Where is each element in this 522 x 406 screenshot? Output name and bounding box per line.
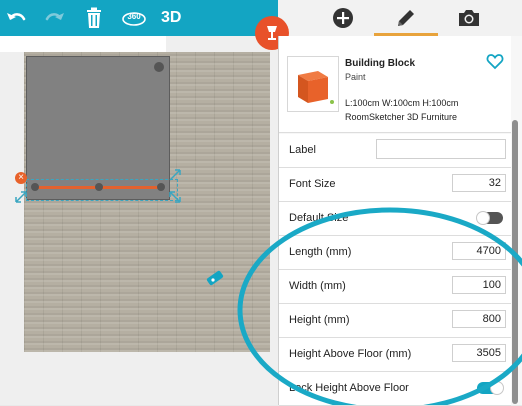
toggle-knob <box>490 381 504 395</box>
undo-icon <box>7 13 26 21</box>
pencil-icon <box>398 10 414 26</box>
item-dimensions: L:100cm W:100cm H:100cm <box>345 98 459 108</box>
trash-icon <box>87 7 101 28</box>
svg-text:360: 360 <box>127 12 141 21</box>
properties-panel: Building Block Paint L:100cm W:100cm H:1… <box>278 36 522 406</box>
delete-button[interactable] <box>82 6 106 30</box>
length-row: Length (mm) 4700 <box>279 236 511 270</box>
length-input[interactable]: 4700 <box>452 242 506 260</box>
redo-icon <box>45 13 64 21</box>
label-label: Label <box>289 144 316 156</box>
height-label: Height (mm) <box>289 314 350 326</box>
label-row: Label <box>279 134 511 168</box>
resize-handle-left[interactable] <box>31 183 39 191</box>
tab-add[interactable] <box>331 6 355 30</box>
resize-arrow-icon[interactable] <box>168 168 182 182</box>
redo-button[interactable] <box>43 6 67 30</box>
width-label: Width (mm) <box>289 280 346 292</box>
panel-scrollbar[interactable] <box>512 120 518 404</box>
plus-circle-icon <box>333 8 353 28</box>
item-name: Building Block <box>345 58 415 69</box>
selection-box <box>26 179 178 201</box>
toggle-knob <box>476 211 490 225</box>
default-size-label: Default Size <box>289 212 349 224</box>
camera-icon <box>459 10 479 26</box>
item-thumbnail <box>287 56 339 112</box>
undo-button[interactable] <box>4 6 28 30</box>
close-icon: × <box>18 172 24 183</box>
lock-height-label: Lock Height Above Floor <box>289 382 409 394</box>
font-size-row: Font Size 32 <box>279 168 511 202</box>
height-above-floor-row: Height Above Floor (mm) 3505 <box>279 338 511 372</box>
label-input[interactable] <box>376 139 506 159</box>
lock-height-toggle[interactable] <box>477 381 504 395</box>
view-360-button[interactable]: 360 <box>121 6 147 30</box>
main-toolbar: 360 3D <box>0 0 278 36</box>
font-size-label: Font Size <box>289 178 336 190</box>
cube-thumbnail-icon <box>298 71 334 104</box>
panel-tabs <box>278 0 522 36</box>
tab-camera[interactable] <box>457 6 481 30</box>
tab-edit[interactable] <box>394 6 418 30</box>
width-row: Width (mm) 100 <box>279 270 511 304</box>
lock-height-row: Lock Height Above Floor <box>279 372 511 406</box>
favorite-heart-icon[interactable] <box>486 52 504 70</box>
length-label: Length (mm) <box>289 246 352 258</box>
item-source: RoomSketcher 3D Furniture <box>345 112 458 122</box>
resize-handle-right[interactable] <box>157 183 165 191</box>
floor-plan-canvas[interactable]: × <box>0 36 278 405</box>
default-size-row: Default Size <box>279 202 511 236</box>
default-size-toggle[interactable] <box>476 211 503 225</box>
resize-handle-center[interactable] <box>95 183 103 191</box>
floor-notch <box>0 36 166 52</box>
view-3d-button[interactable]: 3D <box>161 6 181 30</box>
height-input[interactable]: 800 <box>452 310 506 328</box>
rotate-handle[interactable] <box>154 62 164 72</box>
height-above-floor-input[interactable]: 3505 <box>452 344 506 362</box>
item-card: Building Block Paint L:100cm W:100cm H:1… <box>279 36 511 133</box>
ruler-tool-icon[interactable] <box>204 268 226 288</box>
resize-arrow-icon[interactable] <box>168 190 182 204</box>
remove-selection-button[interactable]: × <box>15 172 27 184</box>
height-row: Height (mm) 800 <box>279 304 511 338</box>
height-above-floor-label: Height Above Floor (mm) <box>289 348 412 360</box>
item-material: Paint <box>345 72 366 82</box>
font-size-input[interactable]: 32 <box>452 174 506 192</box>
width-input[interactable]: 100 <box>452 276 506 294</box>
resize-arrow-icon[interactable] <box>14 190 28 204</box>
rotate-360-icon: 360 <box>122 12 146 26</box>
